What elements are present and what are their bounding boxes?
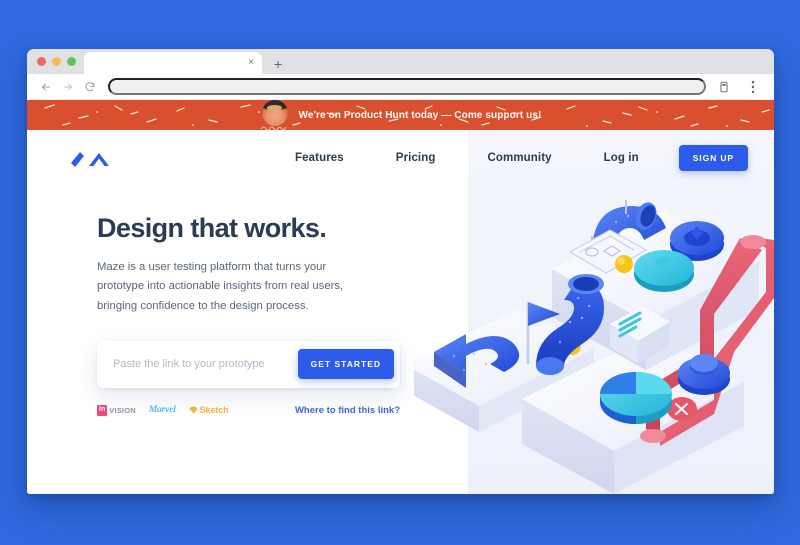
sign-up-button[interactable]: SIGN UP xyxy=(678,145,748,171)
pie-chart-shape xyxy=(600,372,672,424)
isometric-3d-scene xyxy=(414,200,774,494)
prototype-input-card: GET STARTED xyxy=(97,340,400,388)
product-hunt-banner[interactable]: We're on Product Hunt today — Come suppo… xyxy=(27,100,774,130)
cyan-disc xyxy=(634,250,694,292)
yellow-sphere-upper xyxy=(615,255,633,273)
tab-close-icon[interactable]: × xyxy=(248,58,254,68)
site-navigation: Features Pricing Community Log in SIGN U… xyxy=(27,130,774,186)
invision-wordmark: VISION xyxy=(109,405,136,415)
banner-text: We're on Product Hunt today — Come suppo… xyxy=(298,109,542,121)
new-tab-button[interactable]: + xyxy=(274,57,282,71)
toolbar-right-controls xyxy=(713,76,766,98)
close-window-button[interactable] xyxy=(37,57,46,66)
minimize-window-button[interactable] xyxy=(52,57,61,66)
nav-link-login[interactable]: Log in xyxy=(578,152,665,164)
hero-section: Design that works. Maze is a user testin… xyxy=(27,186,427,416)
url-input[interactable] xyxy=(108,78,706,95)
invision-mark: In xyxy=(97,405,108,416)
signature-icon xyxy=(260,126,286,130)
back-arrow-icon[interactable] xyxy=(35,76,57,98)
profile-icon[interactable] xyxy=(713,76,735,98)
browser-toolbar xyxy=(27,74,774,100)
sketch-wordmark: Sketch xyxy=(199,405,229,416)
supported-tools-row: In VISION Marvel Sketch Where to find th… xyxy=(97,405,400,416)
website-content: Features Pricing Community Log in SIGN U… xyxy=(27,130,774,494)
browser-tab[interactable]: × xyxy=(84,52,262,74)
maze-logo[interactable] xyxy=(69,148,111,168)
window-traffic-lights xyxy=(35,49,84,74)
page-title: Design that works. xyxy=(97,213,327,243)
sketch-logo: Sketch xyxy=(189,405,229,415)
invision-logo: In VISION xyxy=(97,405,136,416)
reload-icon[interactable] xyxy=(79,76,101,98)
marvel-wordmark: Marvel xyxy=(148,405,176,416)
prototype-link-input[interactable] xyxy=(113,358,298,371)
page-viewport: We're on Product Hunt today — Come suppo… xyxy=(27,100,774,494)
three-dot-menu-icon[interactable] xyxy=(742,76,764,98)
sketch-diamond-icon xyxy=(189,407,198,415)
marvel-logo: Marvel xyxy=(149,405,176,415)
maximize-window-button[interactable] xyxy=(67,57,76,66)
browser-window: × + We're on Product Hunt today — Come s… xyxy=(27,49,774,494)
nav-link-features[interactable]: Features xyxy=(269,152,370,164)
brand-logos: In VISION Marvel Sketch xyxy=(97,405,229,416)
nav-link-community[interactable]: Community xyxy=(461,152,577,164)
nav-links: Features Pricing Community Log in SIGN U… xyxy=(269,145,748,171)
nav-link-pricing[interactable]: Pricing xyxy=(370,152,462,164)
browser-tab-strip: × + xyxy=(27,49,774,74)
hero-subcopy: Maze is a user testing platform that tur… xyxy=(97,260,344,313)
banner-content: We're on Product Hunt today — Come suppo… xyxy=(260,100,542,130)
get-started-button[interactable]: GET STARTED xyxy=(297,349,394,380)
product-hunt-avatar xyxy=(260,100,290,130)
where-to-find-link[interactable]: Where to find this link? xyxy=(295,405,400,416)
forward-arrow-icon[interactable] xyxy=(57,76,79,98)
